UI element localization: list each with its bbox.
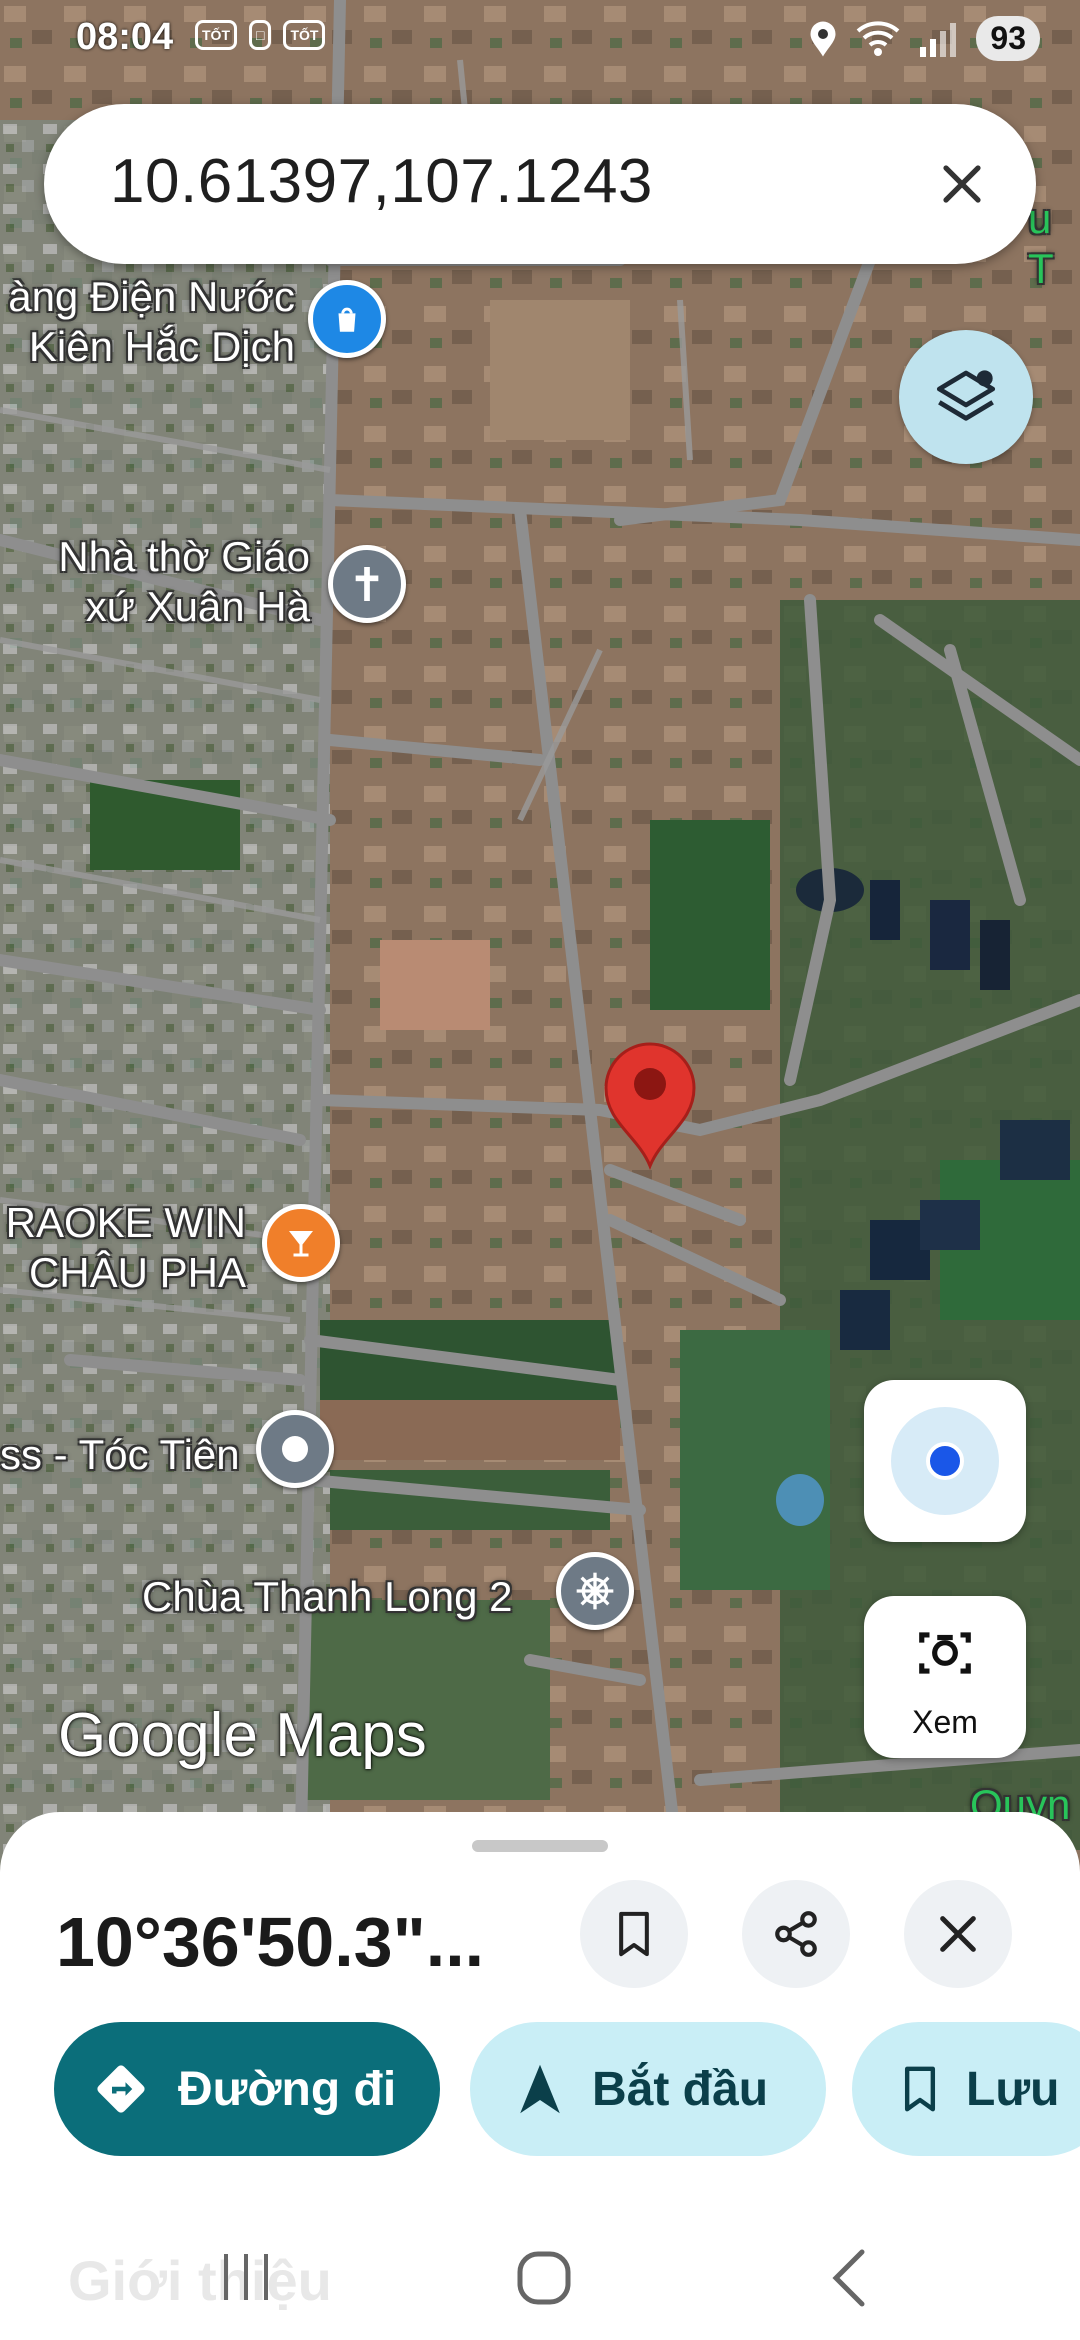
my-location-button[interactable]	[864, 1380, 1026, 1542]
close-sheet-button[interactable]	[904, 1880, 1012, 1988]
sheet-drag-handle[interactable]	[472, 1840, 608, 1852]
camera-lens-icon	[919, 1632, 971, 1674]
status-bar: 08:04 TỐT □ TỐT 93	[0, 0, 1080, 80]
map-label-karaoke[interactable]: RAOKE WIN CHÂU PHA	[0, 1198, 246, 1298]
status-time: 08:04	[76, 16, 174, 58]
lens-label: Xem	[912, 1704, 978, 1740]
place-dot-poi-icon[interactable]	[256, 1410, 334, 1488]
status-right: 93	[808, 16, 1040, 61]
notification-icon-2: □	[249, 20, 272, 50]
recent-apps-button[interactable]	[218, 2252, 274, 2302]
navigation-arrow-icon	[518, 2062, 562, 2116]
directions-icon	[94, 2062, 148, 2116]
directions-button[interactable]: Đường đi	[54, 2022, 440, 2156]
signal-icon	[920, 22, 957, 57]
start-navigation-button[interactable]: Bắt đầu	[470, 2022, 826, 2156]
system-navigation-bar: Giới thiệu	[0, 2212, 1080, 2340]
close-icon	[940, 1916, 976, 1952]
shopping-bag-poi-icon[interactable]	[308, 280, 386, 358]
dropped-pin-icon[interactable]	[602, 1040, 698, 1171]
back-button[interactable]	[826, 2248, 876, 2308]
wifi-icon	[857, 20, 900, 56]
search-query[interactable]: 10.61397,107.1243	[110, 146, 653, 217]
lens-view-button[interactable]: Xem	[864, 1596, 1026, 1758]
battery-indicator: 93	[976, 16, 1040, 61]
share-icon	[775, 1911, 817, 1957]
save-label: Lưu	[966, 2062, 1060, 2116]
home-button[interactable]	[514, 2248, 574, 2308]
map-layers-button[interactable]	[899, 330, 1033, 464]
bookmark-icon	[898, 2062, 942, 2116]
church-cross-poi-icon[interactable]	[328, 545, 406, 623]
bookmark-icon	[619, 1911, 649, 1957]
map-label-temple[interactable]: Chùa Thanh Long 2	[142, 1572, 513, 1622]
map-label-church[interactable]: Nhà thờ Giáo xứ Xuân Hà	[30, 532, 310, 632]
map-label-store[interactable]: àng Điện Nước Kiên Hắc Dịch	[0, 272, 295, 372]
notification-icon-3: TỐT	[283, 20, 326, 50]
directions-label: Đường đi	[178, 2062, 397, 2116]
my-location-icon	[891, 1407, 999, 1515]
search-bar[interactable]: 10.61397,107.1243	[44, 104, 1036, 264]
dharma-wheel-poi-icon[interactable]	[556, 1552, 634, 1630]
back-icon	[832, 2249, 865, 2307]
place-bottom-sheet[interactable]: 10°36'50.3"... Đường đi Bắt đầu Lưu Giới…	[0, 1812, 1080, 2340]
intro-tab-text[interactable]: Giới thiệu	[68, 2248, 332, 2313]
save-place-button[interactable]: Lưu	[852, 2022, 1080, 2156]
recent-apps-icon	[224, 2254, 268, 2300]
close-icon	[943, 165, 981, 203]
notification-icons: TỐT □ TỐT	[195, 20, 326, 50]
layers-icon	[936, 370, 996, 421]
start-label: Bắt đầu	[592, 2062, 769, 2116]
google-maps-watermark: Google Maps	[58, 1701, 427, 1770]
map-label-place[interactable]: ss - Tóc Tiên	[0, 1430, 240, 1480]
home-icon	[517, 2251, 571, 2305]
share-button[interactable]	[742, 1880, 850, 1988]
location-icon	[810, 21, 836, 56]
notification-icon-1: TỐT	[195, 20, 237, 50]
map-label-top-right: u T	[1028, 195, 1054, 292]
save-bookmark-button[interactable]	[580, 1880, 688, 1988]
clear-search-button[interactable]	[924, 146, 1000, 222]
cocktail-poi-icon[interactable]	[262, 1204, 340, 1282]
coordinate-title: 10°36'50.3"...	[56, 1903, 485, 1981]
